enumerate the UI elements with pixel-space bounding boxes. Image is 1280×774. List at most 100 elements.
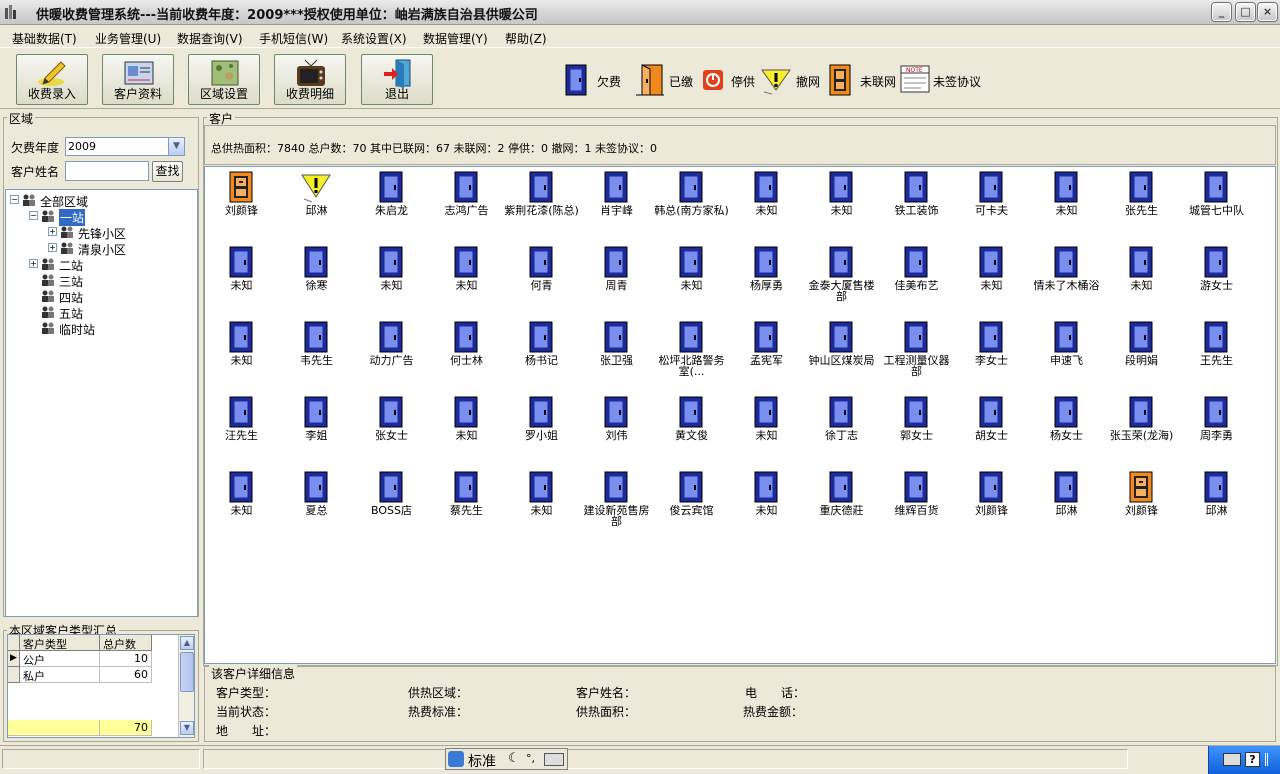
customer-tile[interactable]: 俊云宾馆 xyxy=(654,467,729,537)
customer-tile[interactable]: 孟宪军 xyxy=(729,317,804,387)
customer-tile[interactable]: 夏总 xyxy=(279,467,354,537)
tree-node[interactable]: + 二站 xyxy=(6,256,196,273)
tree-node[interactable]: 四站 xyxy=(6,288,196,305)
search-button[interactable]: 查找 xyxy=(152,161,183,182)
customer-tile[interactable]: 申速飞 xyxy=(1029,317,1104,387)
tree-expander-icon[interactable]: − xyxy=(10,195,19,204)
customer-tile[interactable]: 刘伟 xyxy=(579,392,654,462)
customer-tile[interactable]: 动力广告 xyxy=(354,317,429,387)
customer-grid[interactable]: 刘颜锋 邱淋 朱启龙 志鸿广告 紫荆花漆(陈总) 肖宇峰 韩总(南方家私) 未知 未知 铁工装饰可… xyxy=(204,166,1276,664)
customer-tile[interactable]: 张卫强 xyxy=(579,317,654,387)
customer-tile[interactable]: 未知 xyxy=(429,242,504,312)
tree-node[interactable]: − 一站 xyxy=(6,208,196,226)
customer-tile[interactable]: 罗小姐 xyxy=(504,392,579,462)
customer-tile[interactable]: 周李勇 xyxy=(1179,392,1254,462)
tree-expander-icon[interactable]: + xyxy=(48,227,57,236)
customer-tile[interactable]: 铁工装饰 xyxy=(879,167,954,237)
customer-tile[interactable]: 未知 xyxy=(654,242,729,312)
customer-tile[interactable]: 未知 xyxy=(354,242,429,312)
scroll-thumb[interactable] xyxy=(180,652,194,692)
customer-tile[interactable]: 杨厚勇 xyxy=(729,242,804,312)
customer-tile[interactable]: 肖宇峰 xyxy=(579,167,654,237)
customer-tile[interactable]: 松坪北路警务室(... xyxy=(654,317,729,387)
customer-info-button[interactable]: 客户资料 xyxy=(102,54,174,105)
scroll-down-icon[interactable]: ▼ xyxy=(180,721,194,735)
table-row[interactable]: 10 xyxy=(100,651,152,667)
customer-tile[interactable]: 刘颜锋 xyxy=(1104,467,1179,537)
customer-tile[interactable]: 杨书记 xyxy=(504,317,579,387)
tree-expander-icon[interactable]: + xyxy=(29,259,38,268)
tree-expander-icon[interactable]: − xyxy=(29,211,38,220)
customer-tile[interactable]: 徐寒 xyxy=(279,242,354,312)
ime-mode-label[interactable]: 标准 xyxy=(468,751,496,771)
customer-tile[interactable]: 段明娟 xyxy=(1104,317,1179,387)
customer-tile[interactable]: 朱启龙 xyxy=(354,167,429,237)
area-settings-button[interactable]: 区域设置 xyxy=(188,54,260,105)
customer-tile[interactable]: 汪先生 xyxy=(204,392,279,462)
customer-tile[interactable]: 刘颜锋 xyxy=(204,167,279,237)
tray-keyboard-icon[interactable] xyxy=(1223,753,1241,766)
customer-tile[interactable]: 郭女士 xyxy=(879,392,954,462)
close-button[interactable]: × xyxy=(1258,3,1277,21)
customer-tile[interactable]: 张先生 xyxy=(1104,167,1179,237)
exit-button[interactable]: 退出 xyxy=(361,54,433,105)
tree-node[interactable]: 临时站 xyxy=(6,320,196,338)
menu-business[interactable]: 业务管理(U) xyxy=(95,30,161,47)
grid-scrollbar[interactable]: ▲ ▼ xyxy=(178,635,194,737)
year-select[interactable]: 2009 ▼ xyxy=(65,137,185,156)
customer-tile[interactable]: 周青 xyxy=(579,242,654,312)
customer-tile[interactable]: 游女士 xyxy=(1179,242,1254,312)
customer-tile[interactable]: 未知 xyxy=(729,392,804,462)
customer-tile[interactable]: BOSS店 xyxy=(354,467,429,537)
customer-tile[interactable]: 邱淋 xyxy=(279,167,354,237)
maximize-button[interactable]: □ xyxy=(1236,3,1255,21)
customer-tile[interactable]: 未知 xyxy=(204,317,279,387)
table-row[interactable]: 公户 xyxy=(20,651,100,667)
moon-icon[interactable]: ☾ xyxy=(508,751,520,766)
tree-expander-icon[interactable]: + xyxy=(48,243,57,252)
tray-more-icon[interactable] xyxy=(1265,753,1273,766)
menu-data-manage[interactable]: 数据管理(Y) xyxy=(423,30,488,47)
customer-tile[interactable]: 未知 xyxy=(954,242,1029,312)
minimize-button[interactable]: _ xyxy=(1212,3,1231,21)
customer-tile[interactable]: 钟山区煤炭局 xyxy=(804,317,879,387)
tray-help-icon[interactable]: ? xyxy=(1245,752,1260,767)
tree-node[interactable]: 三站 xyxy=(6,272,196,289)
customer-tile[interactable]: 佳美布艺 xyxy=(879,242,954,312)
chevron-down-icon[interactable]: ▼ xyxy=(168,138,184,155)
customer-tile[interactable]: 王先生 xyxy=(1179,317,1254,387)
scroll-up-icon[interactable]: ▲ xyxy=(180,636,194,650)
menu-settings[interactable]: 系统设置(X) xyxy=(341,30,407,47)
customer-tile[interactable]: 韩总(南方家私) xyxy=(654,167,729,237)
customer-tile[interactable]: 黄文俊 xyxy=(654,392,729,462)
customer-tile[interactable]: 未知 xyxy=(504,467,579,537)
customer-tile[interactable]: 未知 xyxy=(729,167,804,237)
keyboard-icon[interactable] xyxy=(544,753,564,766)
customer-tile[interactable]: 胡女士 xyxy=(954,392,1029,462)
customer-tile[interactable]: 邱淋 xyxy=(1029,467,1104,537)
customer-tile[interactable]: 邱淋 xyxy=(1179,467,1254,537)
customer-tile[interactable]: 未知 xyxy=(204,242,279,312)
customer-tile[interactable]: 李姐 xyxy=(279,392,354,462)
customer-tile[interactable]: 情未了木桶浴 xyxy=(1029,242,1104,312)
customer-tile[interactable]: 徐丁志 xyxy=(804,392,879,462)
customer-tile[interactable]: 张女士 xyxy=(354,392,429,462)
customer-tile[interactable]: 韦先生 xyxy=(279,317,354,387)
ime-toolbar[interactable]: 标准 ☾ °, xyxy=(445,748,568,770)
fee-details-button[interactable]: 收费明细 xyxy=(274,54,346,105)
customer-tile[interactable]: 金泰大厦售楼部 xyxy=(804,242,879,312)
tree-node[interactable]: − 全部区域 xyxy=(6,192,196,209)
tree-node-label[interactable]: 临时站 xyxy=(59,321,95,338)
grid-header-type[interactable]: 客户类型 xyxy=(20,635,100,651)
customer-name-input[interactable] xyxy=(65,161,149,181)
customer-tile[interactable]: 李女士 xyxy=(954,317,1029,387)
area-tree[interactable]: − 全部区域 − 一站 + 先锋小区 + 清泉小区 + 二站 三站 四站 五站 临时站 xyxy=(5,189,198,617)
title-bar[interactable]: 供暖收费管理系统---当前收费年度：2009***授权使用单位：岫岩满族自治县供… xyxy=(0,0,1280,25)
customer-tile[interactable]: 未知 xyxy=(1029,167,1104,237)
customer-tile[interactable]: 紫荆花漆(陈总) xyxy=(504,167,579,237)
table-row[interactable]: 60 xyxy=(100,667,152,683)
table-row[interactable]: 私户 xyxy=(20,667,100,683)
fee-entry-button[interactable]: 收费录入 xyxy=(16,54,88,105)
customer-tile[interactable]: 未知 xyxy=(204,467,279,537)
menu-sms[interactable]: 手机短信(W) xyxy=(259,30,328,47)
